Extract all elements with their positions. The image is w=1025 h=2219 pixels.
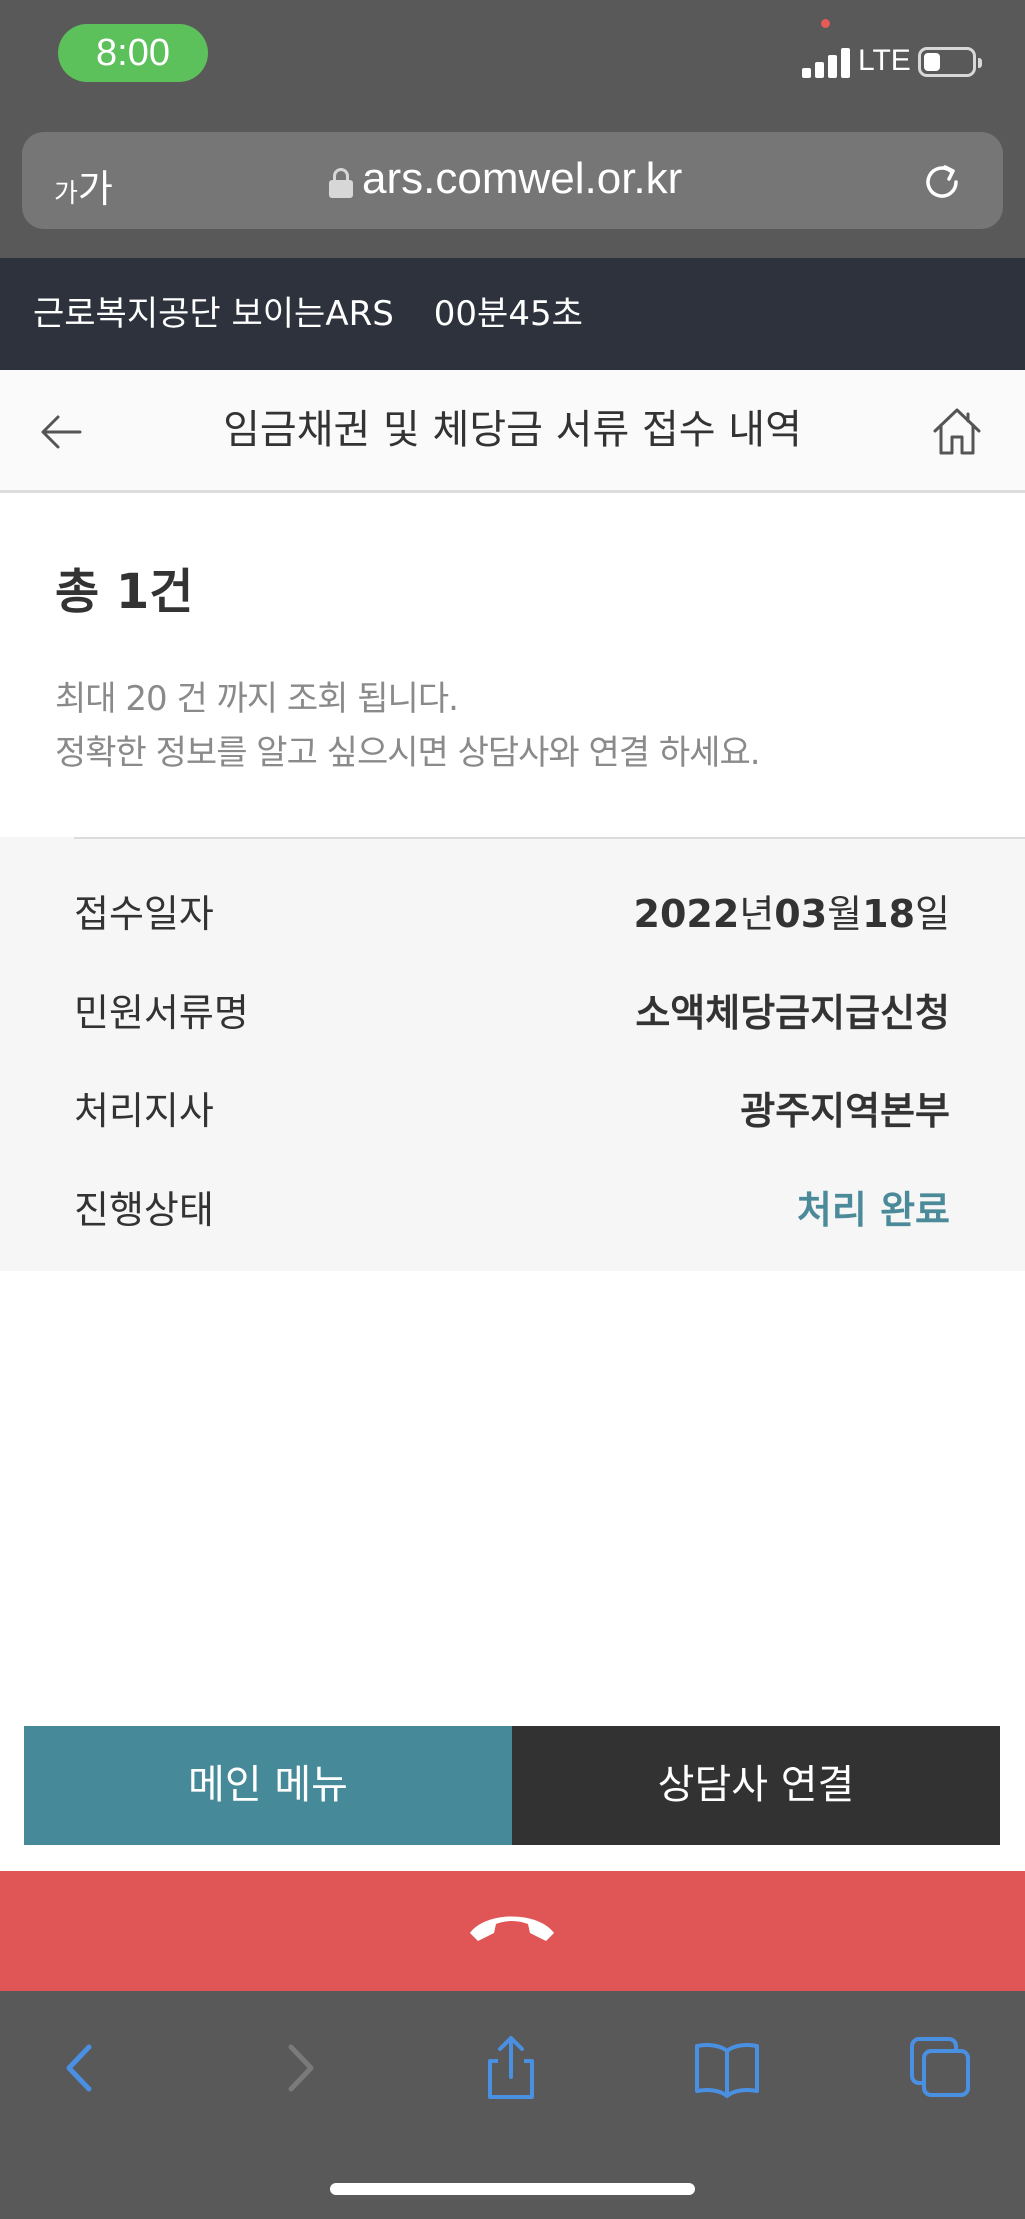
record-row-status: 진행상태 처리 완료 xyxy=(74,1180,950,1240)
browser-back-icon[interactable] xyxy=(45,2033,115,2103)
bookmarks-icon[interactable] xyxy=(692,2033,762,2103)
notice-text: 최대 20 건 까지 조회 됩니다. 정확한 정보를 알고 싶으시면 상담사와 … xyxy=(55,672,761,780)
banner-title: 근로복지공단 보이는ARS xyxy=(33,294,394,334)
total-count: 총 1건 xyxy=(55,564,194,620)
tabs-icon[interactable] xyxy=(906,2033,976,2103)
document-label: 민원서류명 xyxy=(74,991,249,1035)
connect-counselor-button[interactable]: 상담사 연결 xyxy=(512,1726,1000,1845)
share-icon[interactable] xyxy=(476,2033,546,2103)
status-bar: 8:00 LTE xyxy=(0,0,1025,120)
ars-banner: 근로복지공단 보이는ARS 00분45초 xyxy=(0,258,1025,370)
page-title: 임금채권 및 체당금 서류 접수 내역 xyxy=(223,407,802,453)
branch-label: 처리지사 xyxy=(74,1089,214,1133)
url-text[interactable]: ars.comwel.or.kr xyxy=(362,154,682,204)
record-card: 접수일자 2022년03월18일 민원서류명 소액체당금지급신청 처리지사 광주… xyxy=(0,837,1025,1271)
status-label: 진행상태 xyxy=(74,1188,214,1232)
back-arrow-icon[interactable] xyxy=(38,408,86,456)
mic-indicator-dot xyxy=(821,19,830,28)
browser-forward-icon[interactable] xyxy=(265,2033,335,2103)
network-type: LTE xyxy=(858,44,911,77)
record-row-date: 접수일자 2022년03월18일 xyxy=(74,884,950,944)
document-value: 소액체당금지급신청 xyxy=(635,991,950,1035)
record-divider xyxy=(74,837,1025,839)
call-timer: 00분45초 xyxy=(433,294,583,334)
battery-icon xyxy=(918,47,982,77)
hangup-button[interactable] xyxy=(0,1871,1025,1991)
text-size-button[interactable]: 가가 xyxy=(54,158,113,213)
address-bar[interactable]: 가가 ars.comwel.or.kr xyxy=(22,132,1003,229)
notice-line-2: 정확한 정보를 알고 싶으시면 상담사와 연결 하세요. xyxy=(55,733,761,773)
notice-line-1: 최대 20 건 까지 조회 됩니다. xyxy=(55,679,459,719)
lock-icon xyxy=(329,168,353,198)
reload-icon[interactable] xyxy=(918,158,966,206)
status-time: 8:00 xyxy=(58,24,208,82)
main-menu-button[interactable]: 메인 메뉴 xyxy=(24,1726,512,1845)
date-value: 2022년03월18일 xyxy=(633,892,950,936)
branch-value: 광주지역본부 xyxy=(740,1089,950,1133)
home-indicator xyxy=(330,2183,695,2195)
date-label: 접수일자 xyxy=(74,892,214,936)
home-icon[interactable] xyxy=(930,404,984,458)
signal-icon xyxy=(802,48,850,78)
record-row-document: 민원서류명 소액체당금지급신청 xyxy=(74,983,950,1043)
phone-hangup-icon xyxy=(470,1916,554,1941)
page-header: 임금채권 및 체당금 서류 접수 내역 xyxy=(0,370,1025,493)
record-row-branch: 처리지사 광주지역본부 xyxy=(74,1081,950,1141)
browser-address-area: 가가 ars.comwel.or.kr xyxy=(0,120,1025,258)
status-value: 처리 완료 xyxy=(796,1188,950,1232)
